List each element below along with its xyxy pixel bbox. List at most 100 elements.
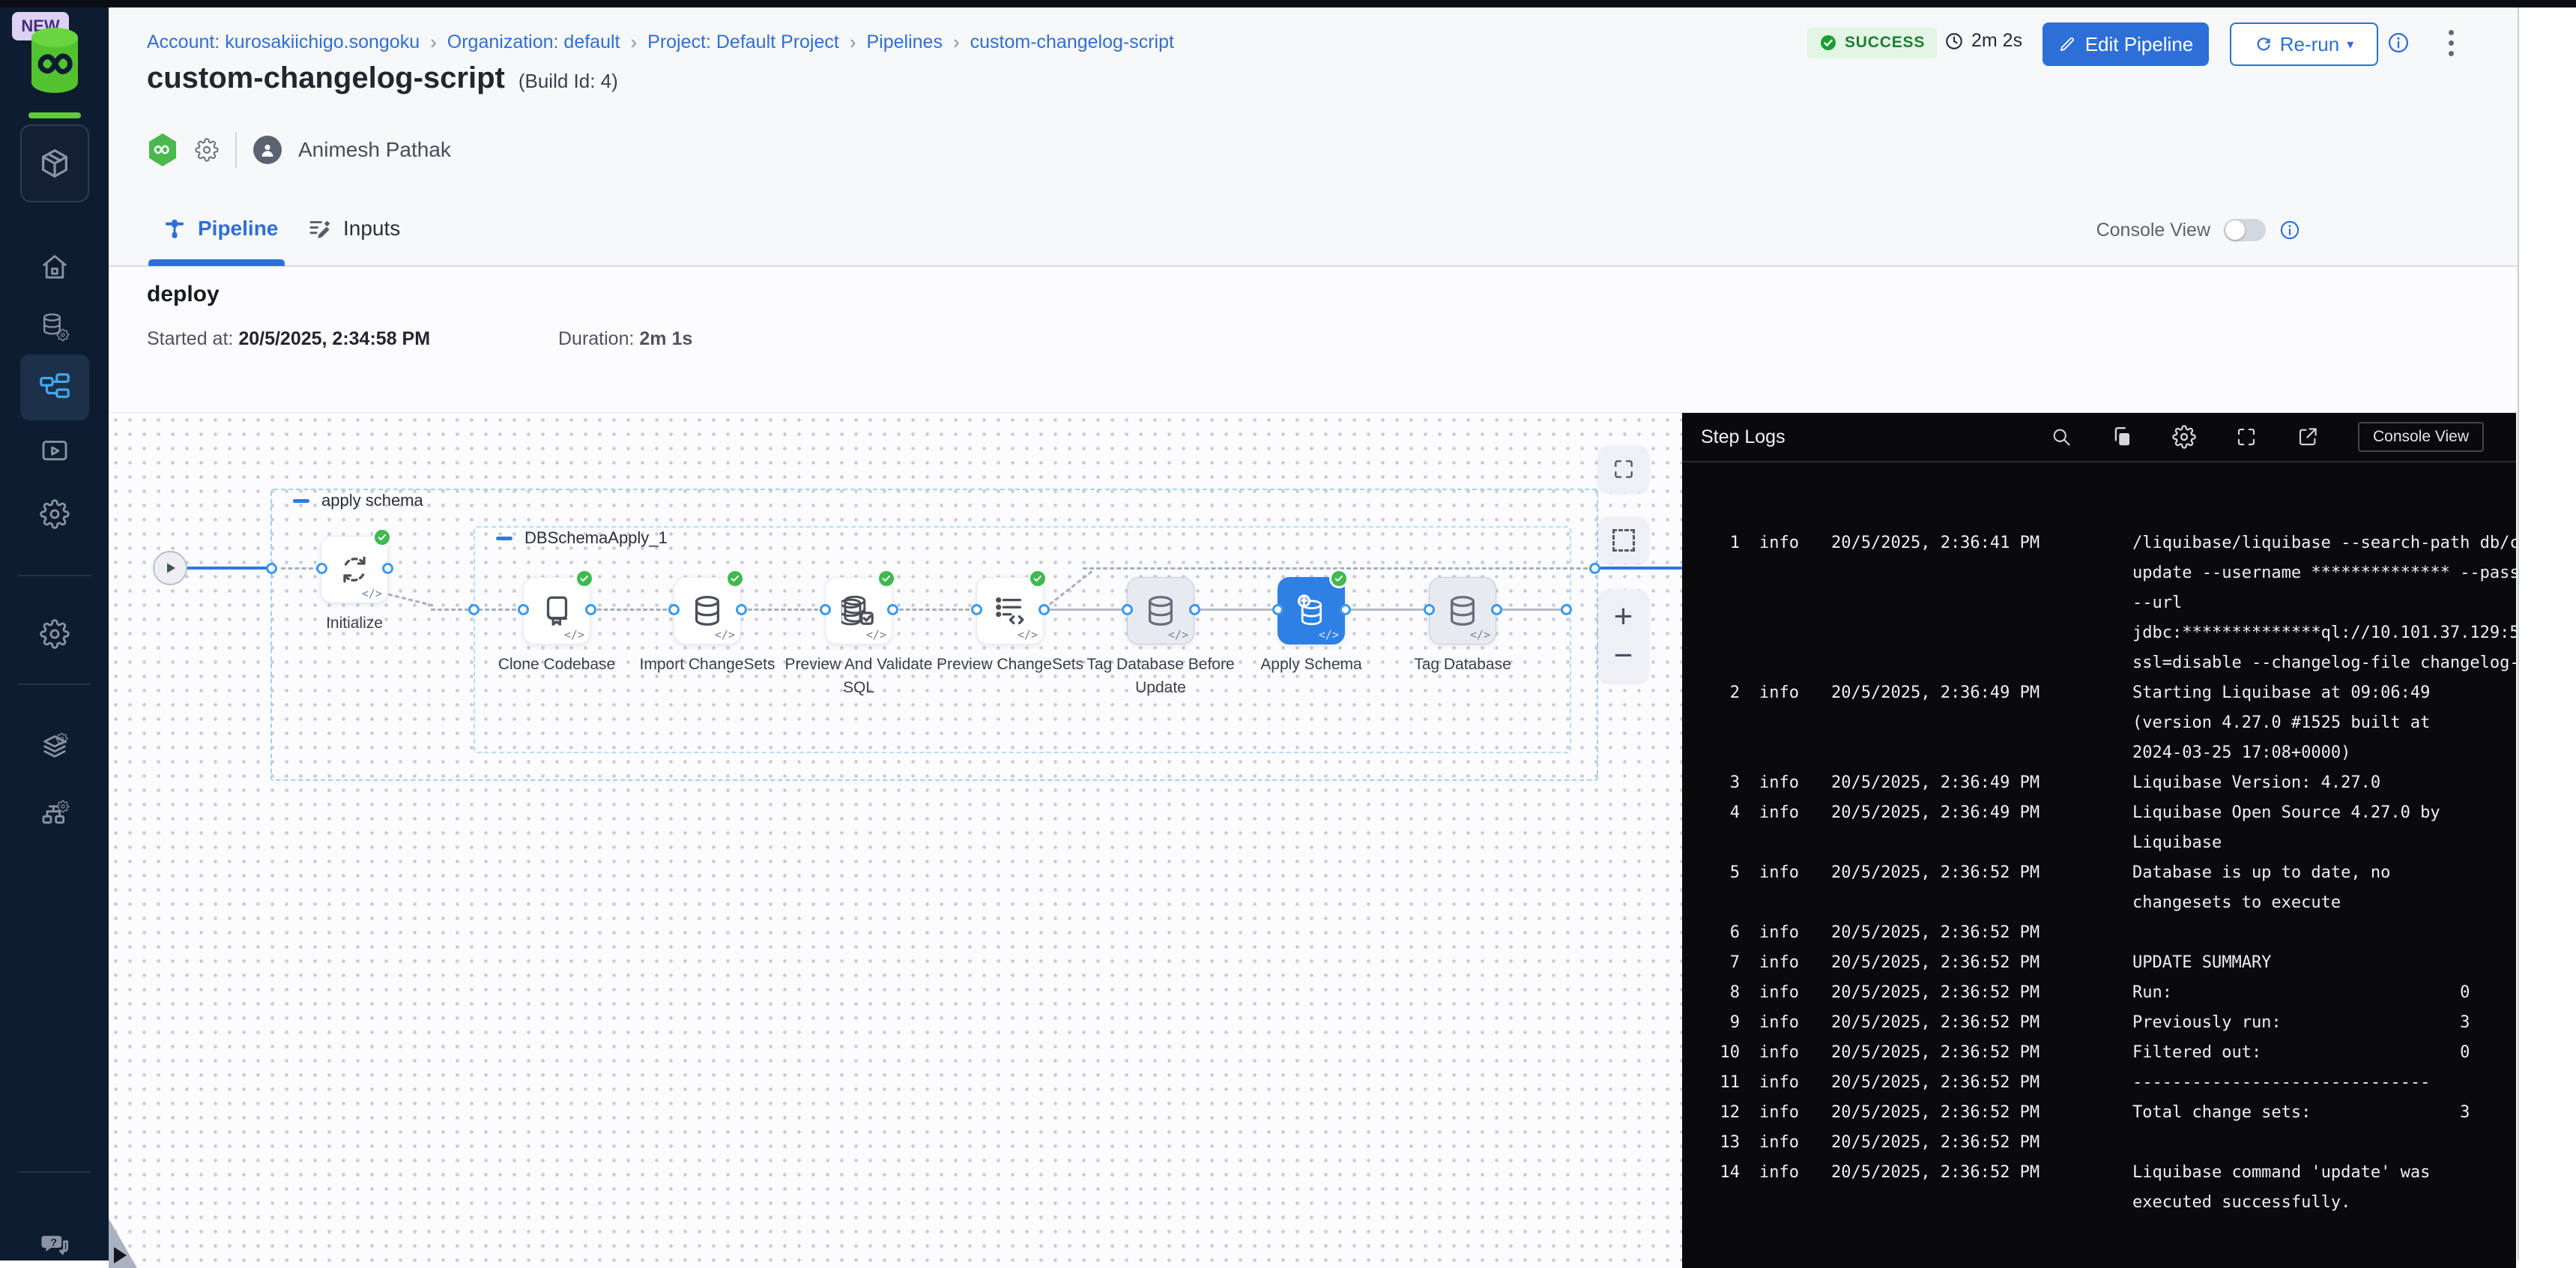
sidebar-item-help[interactable]: ?: [20, 1226, 89, 1262]
layers-gear-icon: [40, 731, 70, 761]
pencil-icon: [2058, 35, 2076, 53]
log-timestamp: 20/5/2025, 2:36:52 PM: [1831, 978, 2132, 1008]
pipeline-settings-gear-icon[interactable]: [195, 138, 219, 162]
success-check-icon: [1329, 569, 1349, 588]
breadcrumb-link[interactable]: custom-changelog-script: [970, 31, 1174, 53]
marquee-select-icon: [1612, 529, 1635, 552]
zoom-in-icon[interactable]: +: [1614, 597, 1633, 636]
log-message: [2132, 1128, 2516, 1158]
canvas-fullscreen-button[interactable]: [1598, 446, 1648, 492]
sidebar-item-project-settings[interactable]: [20, 616, 89, 652]
more-options-icon[interactable]: [2449, 30, 2455, 61]
log-timestamp: 20/5/2025, 2:36:52 PM: [1831, 1128, 2132, 1158]
canvas-marquee-select-button[interactable]: [1598, 517, 1648, 564]
chevron-down-icon: ▾: [2347, 37, 2353, 52]
harness-db-devops-logo-icon[interactable]: [25, 24, 84, 96]
breadcrumb-separator: ›: [430, 31, 437, 54]
sidebar-item-pipelines[interactable]: [20, 354, 89, 420]
pipeline-node-tag-database[interactable]: </>: [1429, 577, 1496, 644]
log-line-number: 13: [1701, 1128, 1740, 1158]
sidebar-item-settings[interactable]: [20, 496, 89, 532]
log-entry: 6info20/5/2025, 2:36:52 PM: [1701, 918, 2516, 948]
search-icon[interactable]: [2051, 426, 2072, 447]
database-icon: [1143, 594, 1178, 628]
pipeline-edge: [741, 609, 825, 611]
connector-port: [1272, 604, 1284, 615]
pipeline-node-preview-and-validate-sql[interactable]: </>: [825, 577, 892, 644]
breadcrumb-separator: ›: [630, 31, 637, 54]
success-check-icon: [1028, 569, 1047, 588]
log-level: info: [1759, 948, 1812, 978]
gear-icon[interactable]: [2172, 425, 2196, 449]
rerun-button[interactable]: Re-run ▾: [2230, 22, 2378, 66]
fullscreen-icon[interactable]: [2235, 426, 2258, 448]
sidebar-item-environments[interactable]: [20, 728, 89, 764]
executions-icon: [40, 436, 70, 466]
pipeline-edge: [1345, 609, 1429, 611]
log-level: info: [1759, 678, 1812, 708]
sidebar-item-home[interactable]: [20, 249, 89, 285]
log-level: info: [1759, 1068, 1812, 1098]
code-glyph: </>: [564, 628, 584, 641]
step-logs-title: Step Logs: [1701, 426, 1786, 448]
sidebar-item-module-selector[interactable]: [20, 124, 89, 202]
connector-port: [736, 604, 747, 615]
pipeline-edge: [281, 567, 320, 570]
stage-started-at: Started at: 20/5/2025, 2:34:58 PM: [147, 328, 430, 350]
breadcrumb-link[interactable]: Organization: default: [447, 31, 620, 53]
sidebar-item-infrastructure[interactable]: [20, 796, 89, 832]
collapse-icon[interactable]: [293, 499, 309, 503]
changesets-list-icon: [993, 594, 1027, 628]
log-message: Total change sets: 3: [2132, 1098, 2516, 1128]
log-output[interactable]: 1info20/5/2025, 2:36:41 PM/liquibase/liq…: [1682, 462, 2516, 1268]
clone-codebase-icon: [539, 594, 574, 628]
collapse-icon[interactable]: [496, 537, 513, 540]
sidebar-item-database-devops[interactable]: [20, 309, 89, 345]
pipeline-node-apply-schema[interactable]: </>: [1278, 577, 1345, 644]
breadcrumb-link[interactable]: Pipelines: [867, 31, 943, 53]
pipeline-node-preview-changesets[interactable]: </>: [976, 577, 1044, 644]
console-view-label: Console View: [2096, 220, 2210, 241]
build-id: (Build Id: 4): [518, 70, 618, 92]
breadcrumb-link[interactable]: Project: Default Project: [647, 31, 839, 53]
log-entry: 14info20/5/2025, 2:36:52 PMLiquibase com…: [1701, 1158, 2516, 1218]
sidebar-item-executions[interactable]: [20, 433, 89, 469]
node-label: Preview And Validate SQL: [784, 653, 934, 699]
log-level: info: [1759, 858, 1812, 888]
log-level: info: [1759, 768, 1812, 798]
code-glyph: </>: [715, 628, 735, 641]
info-icon[interactable]: [2387, 31, 2410, 54]
breadcrumb-link[interactable]: Account: kurosakiichigo.songoku: [147, 31, 420, 53]
expand-arrow-icon[interactable]: [114, 1247, 127, 1264]
tab-pipeline[interactable]: Pipeline: [162, 216, 278, 241]
console-view-button[interactable]: Console View: [2358, 422, 2484, 452]
group-label-dbschemaapply: DBSchemaApply_1: [496, 528, 668, 548]
log-timestamp: 20/5/2025, 2:36:52 PM: [1831, 948, 2132, 978]
connector-port: [668, 604, 680, 615]
log-entry: 9info20/5/2025, 2:36:52 PMPreviously run…: [1701, 1008, 2516, 1038]
breadcrumb-separator: ›: [850, 31, 856, 54]
connector-port: [1589, 563, 1600, 574]
log-entry: 3info20/5/2025, 2:36:49 PMLiquibase Vers…: [1701, 768, 2516, 798]
database-icon: [1445, 594, 1480, 628]
log-timestamp: 20/5/2025, 2:36:49 PM: [1831, 798, 2132, 828]
pipeline-node-clone-codebase[interactable]: </>: [523, 577, 590, 644]
code-glyph: </>: [866, 628, 886, 641]
stage-duration: Duration: 2m 1s: [558, 328, 692, 350]
info-icon[interactable]: [2279, 220, 2300, 241]
tab-inputs[interactable]: Inputs: [307, 216, 400, 241]
zoom-out-icon[interactable]: −: [1614, 636, 1633, 675]
connector-port: [1424, 604, 1435, 615]
copy-icon[interactable]: [2111, 426, 2133, 448]
console-view-toggle[interactable]: [2224, 219, 2266, 241]
external-link-icon[interactable]: [2297, 426, 2319, 448]
log-entry: 8info20/5/2025, 2:36:52 PMRun: 0: [1701, 978, 2516, 1008]
pipeline-node-initialize[interactable]: </>: [321, 536, 388, 603]
pipeline-node-import-changesets[interactable]: </>: [674, 577, 741, 644]
canvas-zoom-control[interactable]: +−: [1598, 590, 1648, 683]
pipeline-canvas[interactable]: apply schema DBSchemaApply_1 </>Initiali…: [109, 413, 1682, 1268]
pipeline-node-tag-database-before-update[interactable]: </>: [1127, 577, 1194, 644]
edit-pipeline-button[interactable]: Edit Pipeline: [2043, 22, 2209, 66]
connector-port: [1340, 604, 1351, 615]
pipeline-start-node[interactable]: [153, 551, 187, 585]
